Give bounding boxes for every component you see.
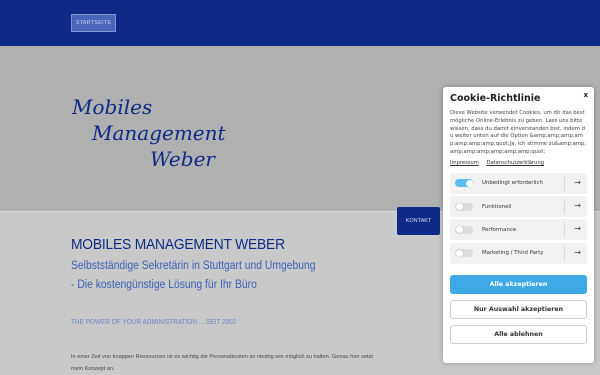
arrow-right-icon[interactable]: → <box>574 201 581 211</box>
company-logo[interactable]: Mobiles Management Weber <box>72 92 242 172</box>
top-navigation-bar: STARTSEITE <box>0 0 600 46</box>
intro-paragraph: In einer Zeit von knappen Ressourcen ist… <box>71 354 373 372</box>
cookie-category-list: Unbedingt erforderlich → Funktionell → P… <box>450 172 587 264</box>
logo-line-1: Mobiles <box>72 95 152 119</box>
arrow-right-icon[interactable]: → <box>574 178 581 188</box>
toggle-switch[interactable] <box>455 249 473 258</box>
category-label: Funktionell <box>482 203 512 210</box>
toggle-switch[interactable] <box>455 202 473 211</box>
impressum-link[interactable]: Impressum <box>450 160 479 166</box>
privacy-policy-link[interactable]: Datenschutzerklärung <box>487 160 545 166</box>
toggle-switch[interactable] <box>455 225 473 234</box>
cookie-category-necessary[interactable]: Unbedingt erforderlich → <box>450 172 587 194</box>
logo-line-2: Management <box>91 121 227 145</box>
page-title: MOBILES MANAGEMENT WEBER <box>71 236 285 253</box>
cookie-category-functional[interactable]: Funktionell → <box>450 196 587 218</box>
arrow-right-icon[interactable]: → <box>574 224 581 234</box>
accept-selection-button[interactable]: Nur Auswahl akzeptieren <box>450 299 587 319</box>
contact-tab-button[interactable]: KONTAKT <box>397 207 440 235</box>
cookie-links: Impressum Datenschutzerklärung <box>450 160 587 166</box>
tagline: THE POWER OF YOUR ADMINISTRATION ... SEI… <box>71 319 237 326</box>
logo-line-3: Weber <box>150 147 216 171</box>
divider <box>564 222 565 238</box>
cookie-category-marketing[interactable]: Marketing / Third Party → <box>450 242 587 264</box>
accept-all-button[interactable]: Alle akzeptieren <box>450 274 587 294</box>
arrow-right-icon[interactable]: → <box>574 248 581 258</box>
subtitle-primary: Selbstständige Sekretärin in Stuttgart u… <box>71 260 316 272</box>
cookie-consent-panel: Cookie-Richtlinie x Diese Website verwen… <box>443 87 594 363</box>
cookie-description: Diese Website verwendet Cookies, um dir … <box>450 110 587 155</box>
divider <box>564 175 565 191</box>
subtitle-secondary: - Die kostengünstige Lösung für Ihr Büro <box>71 279 257 291</box>
toggle-switch[interactable] <box>455 179 473 188</box>
nav-home-button[interactable]: STARTSEITE <box>71 14 116 32</box>
category-label: Performance <box>482 226 517 233</box>
cookie-category-performance[interactable]: Performance → <box>450 219 587 241</box>
category-label: Marketing / Third Party <box>482 250 544 257</box>
divider <box>564 245 565 261</box>
category-label: Unbedingt erforderlich <box>482 180 543 187</box>
cookie-title: Cookie-Richtlinie <box>450 93 541 104</box>
divider <box>564 199 565 215</box>
reject-all-button[interactable]: Alle ablehnen <box>450 324 587 344</box>
close-icon[interactable]: x <box>583 91 588 99</box>
